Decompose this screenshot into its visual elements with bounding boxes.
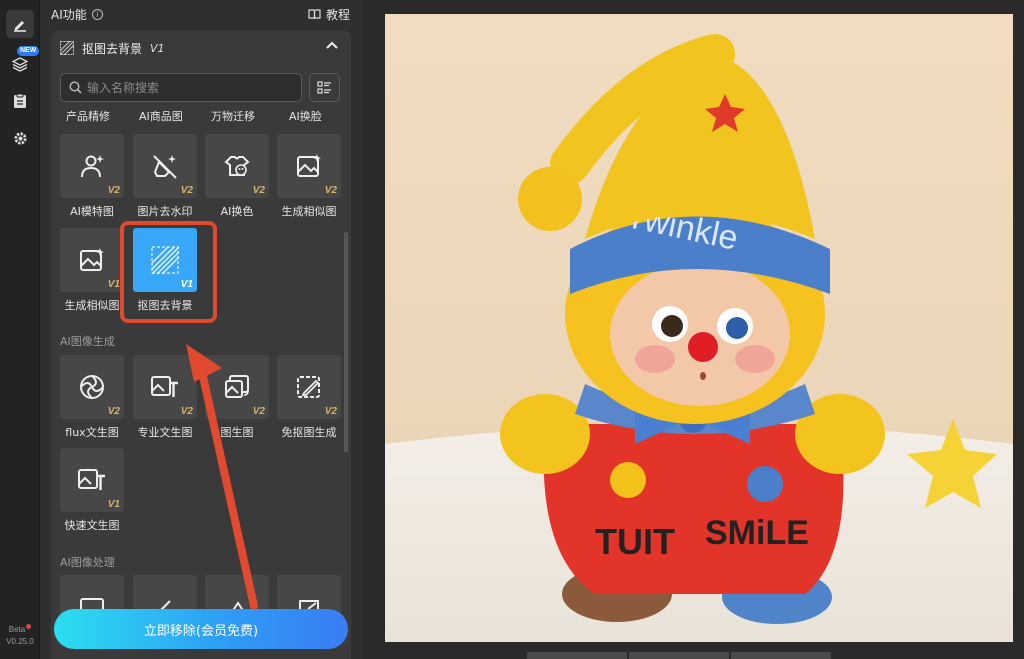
category-label: AI图像处理 bbox=[60, 556, 115, 569]
settings-button[interactable] bbox=[6, 124, 34, 152]
left-rail: NEW Beta V0.25.0 bbox=[0, 0, 40, 659]
search-input[interactable] bbox=[87, 80, 287, 95]
chevron-up-icon[interactable] bbox=[326, 41, 338, 51]
tool-label[interactable]: AI换脸 bbox=[289, 108, 322, 124]
tool-label: 生成相似图 bbox=[281, 205, 337, 218]
gear-icon bbox=[13, 131, 27, 145]
tool-label: 免抠图生成 bbox=[281, 426, 337, 439]
category-label: AI图像生成 bbox=[60, 335, 115, 348]
list-icon bbox=[317, 81, 331, 94]
book-icon bbox=[308, 9, 321, 20]
panel-scrollbar[interactable] bbox=[344, 232, 348, 452]
bottom-tab-strip[interactable] bbox=[527, 652, 831, 659]
image-sparkle-icon bbox=[297, 154, 321, 177]
tool-label[interactable]: 产品精修 bbox=[66, 108, 110, 124]
tutorial-link[interactable]: 教程 bbox=[308, 6, 350, 23]
tool-similar-image-v1[interactable]: V1 bbox=[60, 228, 124, 292]
shirt-palette-icon bbox=[224, 156, 250, 176]
section-header[interactable]: 抠图去背景 V1 bbox=[51, 31, 351, 65]
remove-now-button[interactable]: 立即移除(会员免费) bbox=[54, 609, 348, 649]
bottom-tab[interactable] bbox=[527, 652, 627, 659]
tool-remove-watermark[interactable]: V2 bbox=[133, 134, 197, 198]
bottom-tab[interactable] bbox=[629, 652, 729, 659]
tool-label: 生成相似图 bbox=[64, 299, 120, 312]
image-sparkle-icon bbox=[80, 248, 104, 271]
hatch-icon bbox=[60, 41, 74, 55]
tool-label: flux文生图 bbox=[65, 426, 119, 439]
tool-label: AI模特图 bbox=[70, 205, 114, 218]
pencil-icon bbox=[14, 21, 26, 32]
tool-label[interactable]: AI商品图 bbox=[139, 108, 183, 124]
tool-flux-text-to-image[interactable]: V2 bbox=[60, 355, 124, 419]
version-label: Beta V0.25.0 bbox=[6, 624, 34, 646]
tool-fast-text-to-image[interactable]: V1 bbox=[60, 448, 124, 512]
info-icon[interactable]: i bbox=[91, 9, 103, 20]
bottom-tab[interactable] bbox=[731, 652, 831, 659]
section-version: V1 bbox=[150, 41, 165, 55]
tool-label: 快速文生图 bbox=[64, 519, 120, 532]
annotation-arrow bbox=[186, 344, 258, 610]
ai-functions-header: AI功能 i bbox=[51, 6, 103, 23]
clipboard-icon bbox=[14, 93, 26, 108]
search-box[interactable] bbox=[60, 73, 302, 102]
new-badge: NEW bbox=[17, 46, 40, 56]
tool-label: 图片去水印 bbox=[137, 205, 193, 218]
tool-similar-image[interactable]: V2 bbox=[277, 134, 341, 198]
tool-ai-recolor[interactable]: V2 bbox=[205, 134, 269, 198]
edit-tool-button[interactable] bbox=[6, 10, 34, 38]
layers-icon bbox=[12, 57, 28, 72]
product-photo[interactable]: Twinkle TUIT SMiLE bbox=[385, 14, 1013, 642]
plush-doll-image: Twinkle TUIT SMiLE bbox=[385, 14, 1013, 642]
tool-ai-model[interactable]: V2 bbox=[60, 134, 124, 198]
shirt-text-left: TUIT bbox=[595, 521, 675, 562]
person-sparkle-icon bbox=[81, 155, 104, 178]
tool-label[interactable]: 万物迁移 bbox=[211, 108, 255, 124]
search-icon bbox=[69, 81, 82, 94]
section-title: 抠图去背景 bbox=[82, 41, 143, 56]
aperture-icon bbox=[80, 375, 104, 399]
image-text-icon bbox=[78, 469, 105, 490]
tool-label: AI换色 bbox=[220, 205, 254, 218]
erase-sparkle-icon bbox=[153, 155, 177, 179]
shirt-text-right: SMiLE bbox=[705, 514, 809, 552]
clipboard-button[interactable] bbox=[6, 87, 34, 115]
annotation-highlight-box bbox=[120, 221, 217, 323]
tool-no-cutout-generation[interactable]: V2 bbox=[277, 355, 341, 419]
list-view-button[interactable] bbox=[309, 73, 340, 102]
image-edit-icon bbox=[297, 376, 320, 398]
